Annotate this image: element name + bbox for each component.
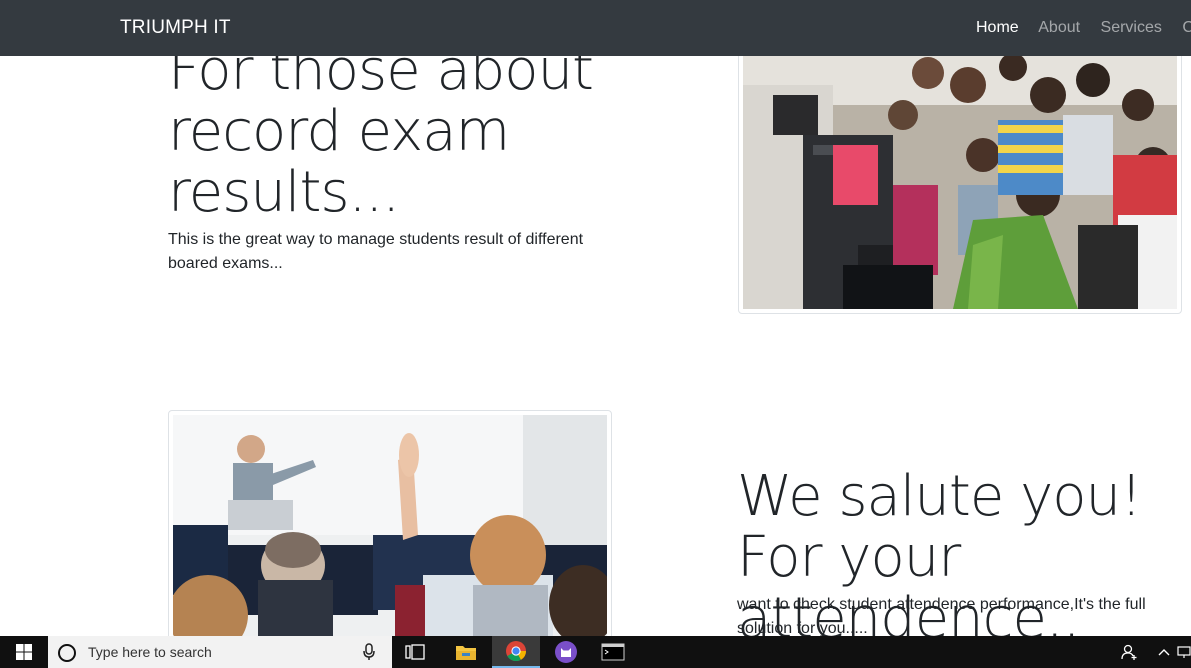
nav-link-contact[interactable]: Cor	[1182, 19, 1191, 36]
nav-link-services[interactable]: Services	[1101, 19, 1162, 36]
taskbar-search-box[interactable]: Type here to search	[48, 636, 392, 668]
network-icon[interactable]	[1176, 636, 1191, 668]
terminal-icon[interactable]	[596, 636, 630, 668]
page-content: For those about record exam results... T…	[0, 0, 1191, 636]
chevron-up-icon[interactable]	[1154, 636, 1174, 668]
microphone-icon[interactable]	[362, 643, 376, 666]
windows-start-icon[interactable]	[0, 636, 48, 668]
nav-link-home[interactable]: Home	[976, 19, 1019, 36]
exam-results-heading: For those about record exam results...	[168, 38, 594, 225]
brand-logo-text[interactable]: TRIUMPH IT	[120, 17, 231, 39]
chrome-icon[interactable]	[492, 636, 540, 668]
attendance-text: want to check student attendence perform…	[737, 596, 1146, 636]
classroom-raised-hand-image	[168, 410, 612, 636]
file-explorer-icon[interactable]	[450, 636, 482, 668]
cat-app-icon[interactable]	[546, 636, 586, 668]
nav-link-about[interactable]: About	[1038, 19, 1080, 36]
cortana-circle-icon	[58, 644, 76, 662]
top-navbar: TRIUMPH IT Home About Services Cor	[0, 0, 1191, 56]
windows-taskbar: Type here to search	[0, 636, 1191, 668]
people-icon[interactable]	[1117, 636, 1141, 668]
search-placeholder: Type here to search	[88, 644, 212, 660]
students-computer-lab-image	[738, 40, 1182, 314]
exam-results-text: This is the great way to manage students…	[168, 231, 584, 272]
nav-links: Home About Services Cor	[976, 19, 1191, 37]
task-view-icon[interactable]	[400, 636, 432, 668]
